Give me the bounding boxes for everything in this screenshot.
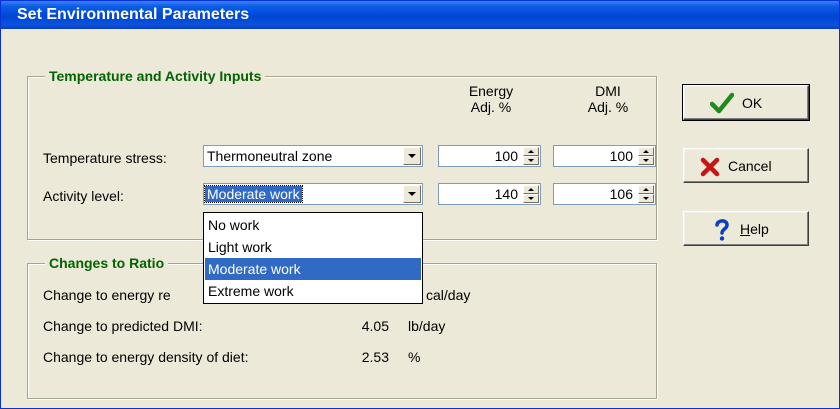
spinner-buttons <box>523 185 539 203</box>
change-dmi-unit: lb/day <box>408 318 446 334</box>
activity-dmi-spinner[interactable]: 106 <box>553 183 656 205</box>
dropdown-option-selected[interactable]: Moderate work <box>205 258 421 280</box>
change-density-unit: % <box>408 349 421 365</box>
temperature-stress-value: Thermoneutral zone <box>207 148 333 164</box>
activity-dropdown-list: No work Light work Moderate work Extreme… <box>203 212 423 304</box>
activity-dmi-value: 106 <box>609 186 633 202</box>
question-mark-icon <box>715 219 729 241</box>
spin-down-icon[interactable] <box>638 194 654 203</box>
spin-down-icon[interactable] <box>523 194 539 203</box>
change-dmi-label: Change to predicted DMI: <box>43 318 203 334</box>
dropdown-option[interactable]: Light work <box>205 236 421 258</box>
temperature-stress-label: Temperature stress: <box>43 150 167 166</box>
cancel-label: Cancel <box>728 158 772 174</box>
activity-level-label: Activity level: <box>43 188 124 204</box>
cancel-button[interactable]: Cancel <box>683 148 809 183</box>
activity-level-select[interactable]: Moderate work <box>203 183 423 205</box>
spin-down-icon[interactable] <box>638 156 654 165</box>
ok-button[interactable]: OK <box>682 84 810 121</box>
spinner-buttons <box>638 147 654 165</box>
help-label: Help <box>740 221 769 237</box>
activity-level-value: Moderate work <box>204 185 303 203</box>
change-energy-label: Change to energy re <box>43 287 171 303</box>
activity-energy-value: 140 <box>494 186 518 202</box>
chevron-down-icon[interactable] <box>403 185 421 203</box>
temperature-energy-value: 100 <box>494 148 518 164</box>
ok-label: OK <box>742 95 763 111</box>
dialog-window: Set Environmental Parameters Temperature… <box>0 0 840 409</box>
change-density-label: Change to energy density of diet: <box>43 349 249 365</box>
chevron-down-icon[interactable] <box>403 147 421 165</box>
change-dmi-value: 4.05 <box>361 318 389 334</box>
dmi-header-line2: Adj. % <box>587 99 629 115</box>
help-label-rest: elp <box>750 221 769 237</box>
red-x-icon <box>700 157 720 177</box>
help-mnemonic: H <box>740 221 751 237</box>
spin-up-icon[interactable] <box>523 147 539 156</box>
spin-down-icon[interactable] <box>523 156 539 165</box>
window-title: Set Environmental Parameters <box>1 1 839 29</box>
energy-header-line1: Energy <box>468 83 514 99</box>
help-button[interactable]: Help <box>683 211 809 246</box>
temperature-energy-spinner[interactable]: 100 <box>438 145 541 167</box>
activity-energy-spinner[interactable]: 140 <box>438 183 541 205</box>
changes-group-title: Changes to Ratio <box>45 255 169 271</box>
spinner-buttons <box>638 185 654 203</box>
dmi-header-line1: DMI <box>595 83 621 99</box>
checkmark-icon <box>710 92 734 114</box>
temperature-stress-select[interactable]: Thermoneutral zone <box>203 145 423 167</box>
spinner-buttons <box>523 147 539 165</box>
spin-up-icon[interactable] <box>523 185 539 194</box>
spin-up-icon[interactable] <box>638 185 654 194</box>
dropdown-option[interactable]: Extreme work <box>205 280 421 302</box>
inputs-group-title: Temperature and Activity Inputs <box>45 68 266 84</box>
spin-up-icon[interactable] <box>638 147 654 156</box>
change-energy-unit: cal/day <box>426 287 471 303</box>
temperature-dmi-spinner[interactable]: 100 <box>553 145 656 167</box>
dropdown-option[interactable]: No work <box>205 214 421 236</box>
temperature-dmi-value: 100 <box>609 148 633 164</box>
change-density-value: 2.53 <box>361 349 389 365</box>
energy-header-line2: Adj. % <box>470 99 512 115</box>
dialog-client: Temperature and Activity Inputs Energy A… <box>1 29 839 408</box>
